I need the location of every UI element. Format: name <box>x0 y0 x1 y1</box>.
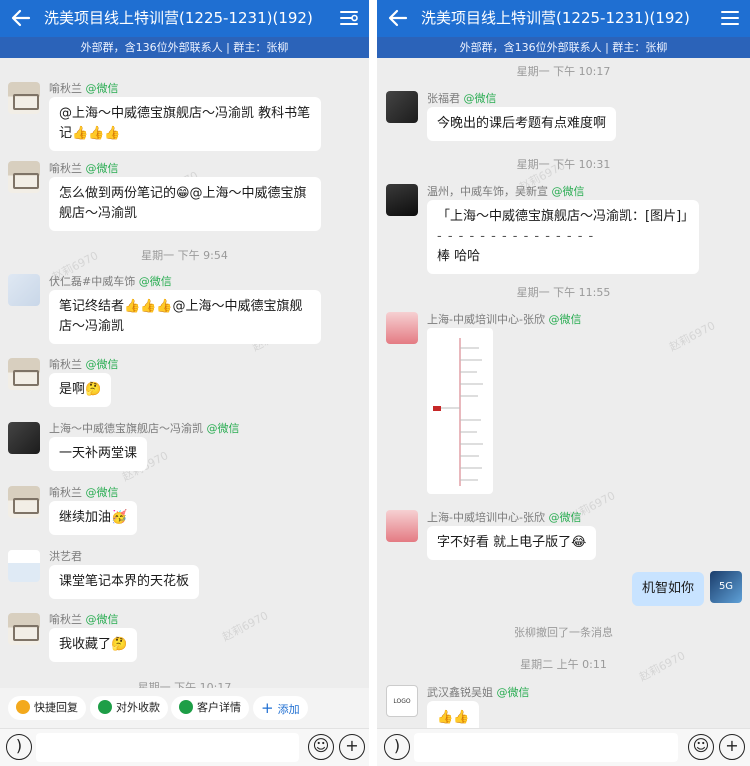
timestamp: 星期一 下午 9:54 <box>141 249 228 262</box>
sender-name: 伏仁磊#中威车饰 @微信 <box>49 275 172 288</box>
sender-name: 武汉鑫锐吴姐 @微信 <box>427 686 530 699</box>
sender-name: 上海-中威培训中心-张欣 @微信 <box>427 511 582 524</box>
avatar[interactable] <box>8 613 40 645</box>
chat-bubble-icon <box>16 700 30 714</box>
quick-tools-bar: 快捷回复 对外收款 客户详情 + 添加 <box>0 688 369 728</box>
sender-name: 喻秋兰 @微信 <box>49 82 119 95</box>
input-bar: ) ☺ + <box>0 728 369 766</box>
shield-yen-icon <box>98 700 112 714</box>
reply-text: 棒 哈哈 <box>437 249 481 264</box>
avatar[interactable] <box>386 91 418 123</box>
message-bubble[interactable]: 字不好看 就上电子版了😂 <box>427 526 597 560</box>
quick-reply-button[interactable]: 快捷回复 <box>8 696 86 720</box>
input-bar: ) ☺ + <box>377 728 750 766</box>
plus-icon[interactable]: + <box>339 734 365 760</box>
chat-header: 洗美项目线上特训营(1225-1231)(192) <box>0 0 369 37</box>
message-input[interactable] <box>414 733 678 762</box>
external-payment-button[interactable]: 对外收款 <box>90 696 168 720</box>
avatar[interactable] <box>8 161 40 193</box>
avatar[interactable] <box>8 422 40 454</box>
emoji-icon[interactable]: ☺ <box>688 734 714 760</box>
message-bubble[interactable]: 是啊🤔 <box>49 373 112 407</box>
message-bubble[interactable]: 课堂笔记本界的天花板 <box>49 565 200 599</box>
voice-icon[interactable]: ) <box>6 734 32 760</box>
message-input[interactable] <box>36 733 299 762</box>
message-list[interactable]: 赵莉6970 赵莉6970 赵莉6970 赵莉6970 星期一 下午 10:17… <box>377 58 750 766</box>
back-arrow-icon[interactable] <box>10 7 32 29</box>
chat-panel-left: 洗美项目线上特训营(1225-1231)(192) 外部群，含136位外部联系人… <box>0 0 369 766</box>
sender-name: 温州，中威车饰，吴新宣 @微信 <box>427 185 585 198</box>
timestamp: 星期二 上午 0:11 <box>520 658 607 671</box>
group-info[interactable]: 外部群，含136位外部联系人 | 群主：张柳 <box>0 37 369 58</box>
back-arrow-icon[interactable] <box>387 7 409 29</box>
divider <box>369 0 377 766</box>
chat-title: 洗美项目线上特训营(1225-1231)(192) <box>421 9 690 27</box>
mindmap-image <box>433 338 483 486</box>
watermark: 赵莉6970 <box>667 318 718 354</box>
avatar[interactable]: LOGO <box>386 685 418 717</box>
my-avatar[interactable]: 5G <box>710 571 742 603</box>
chat-header: 洗美项目线上特训营(1225-1231)(192) <box>377 0 750 37</box>
menu-icon[interactable] <box>720 8 740 28</box>
avatar[interactable] <box>386 312 418 344</box>
emoji-icon[interactable]: ☺ <box>308 734 334 760</box>
timestamp: 星期一 下午 10:17 <box>516 65 611 78</box>
sender-name: 喻秋兰 @微信 <box>49 486 119 499</box>
group-info[interactable]: 外部群，含136位外部联系人 | 群主：张柳 <box>377 37 750 58</box>
plus-icon[interactable]: + <box>719 734 745 760</box>
sender-name: 洪艺君 <box>49 550 82 563</box>
chat-panel-right: 洗美项目线上特训营(1225-1231)(192) 外部群，含136位外部联系人… <box>377 0 750 766</box>
avatar[interactable] <box>8 274 40 306</box>
message-bubble[interactable]: 笔记终结者👍👍👍@上海～中威德宝旗舰店～冯渝凯 <box>49 290 321 344</box>
quote-message-bubble[interactable]: 「上海～中威德宝旗舰店～冯渝凯：[图片]」 - - - - - - - - - … <box>427 200 699 274</box>
message-bubble[interactable]: 继续加油🥳 <box>49 501 138 535</box>
image-message[interactable] <box>427 328 493 494</box>
message-bubble[interactable]: 一天补两堂课 <box>49 437 148 471</box>
plus-icon: + <box>261 699 274 717</box>
sender-name: 张福君 @微信 <box>427 92 497 105</box>
message-bubble[interactable]: 怎么做到两份笔记的😁@上海～中威德宝旗舰店～冯渝凯 <box>49 177 321 231</box>
sender-name: 喻秋兰 @微信 <box>49 613 119 626</box>
avatar[interactable] <box>8 358 40 390</box>
my-message-bubble[interactable]: 机智如你 <box>632 572 705 606</box>
add-button[interactable]: + 添加 <box>253 696 308 720</box>
voice-icon[interactable]: ) <box>384 734 410 760</box>
message-list[interactable]: 赵莉6970 赵莉6970 赵莉6970 赵莉6970 赵莉6970 喻秋兰 @… <box>0 58 369 766</box>
avatar[interactable] <box>8 82 40 114</box>
sender-name: 喻秋兰 @微信 <box>49 358 119 371</box>
message-bubble[interactable]: 我收藏了🤔 <box>49 628 138 662</box>
chat-title: 洗美项目线上特训营(1225-1231)(192) <box>44 9 313 27</box>
timestamp: 星期一 下午 10:31 <box>516 158 611 171</box>
recall-notice: 张柳撤回了一条消息 <box>514 626 613 639</box>
quote-separator: - - - - - - - - - - - - - - - <box>437 229 595 244</box>
timestamp: 星期一 下午 11:55 <box>516 286 611 299</box>
message-bubble[interactable]: 今晚出的课后考题有点难度啊 <box>427 107 617 141</box>
message-bubble[interactable]: @上海～中威德宝旗舰店～冯渝凯 教科书笔记👍👍👍 <box>49 97 321 151</box>
sender-name: 上海-中威培训中心-张欣 @微信 <box>427 313 582 326</box>
sender-name: 上海～中威德宝旗舰店～冯渝凯 @微信 <box>49 422 240 435</box>
group-settings-icon[interactable] <box>339 8 359 28</box>
watermark: 赵莉6970 <box>220 608 271 644</box>
avatar[interactable] <box>386 510 418 542</box>
person-icon <box>179 700 193 714</box>
customer-details-button[interactable]: 客户详情 <box>171 696 249 720</box>
avatar[interactable] <box>8 486 40 518</box>
avatar[interactable] <box>386 184 418 216</box>
quoted-text: 「上海～中威德宝旗舰店～冯渝凯：[图片]」 <box>437 209 695 224</box>
sender-name: 喻秋兰 @微信 <box>49 162 119 175</box>
avatar[interactable] <box>8 550 40 582</box>
